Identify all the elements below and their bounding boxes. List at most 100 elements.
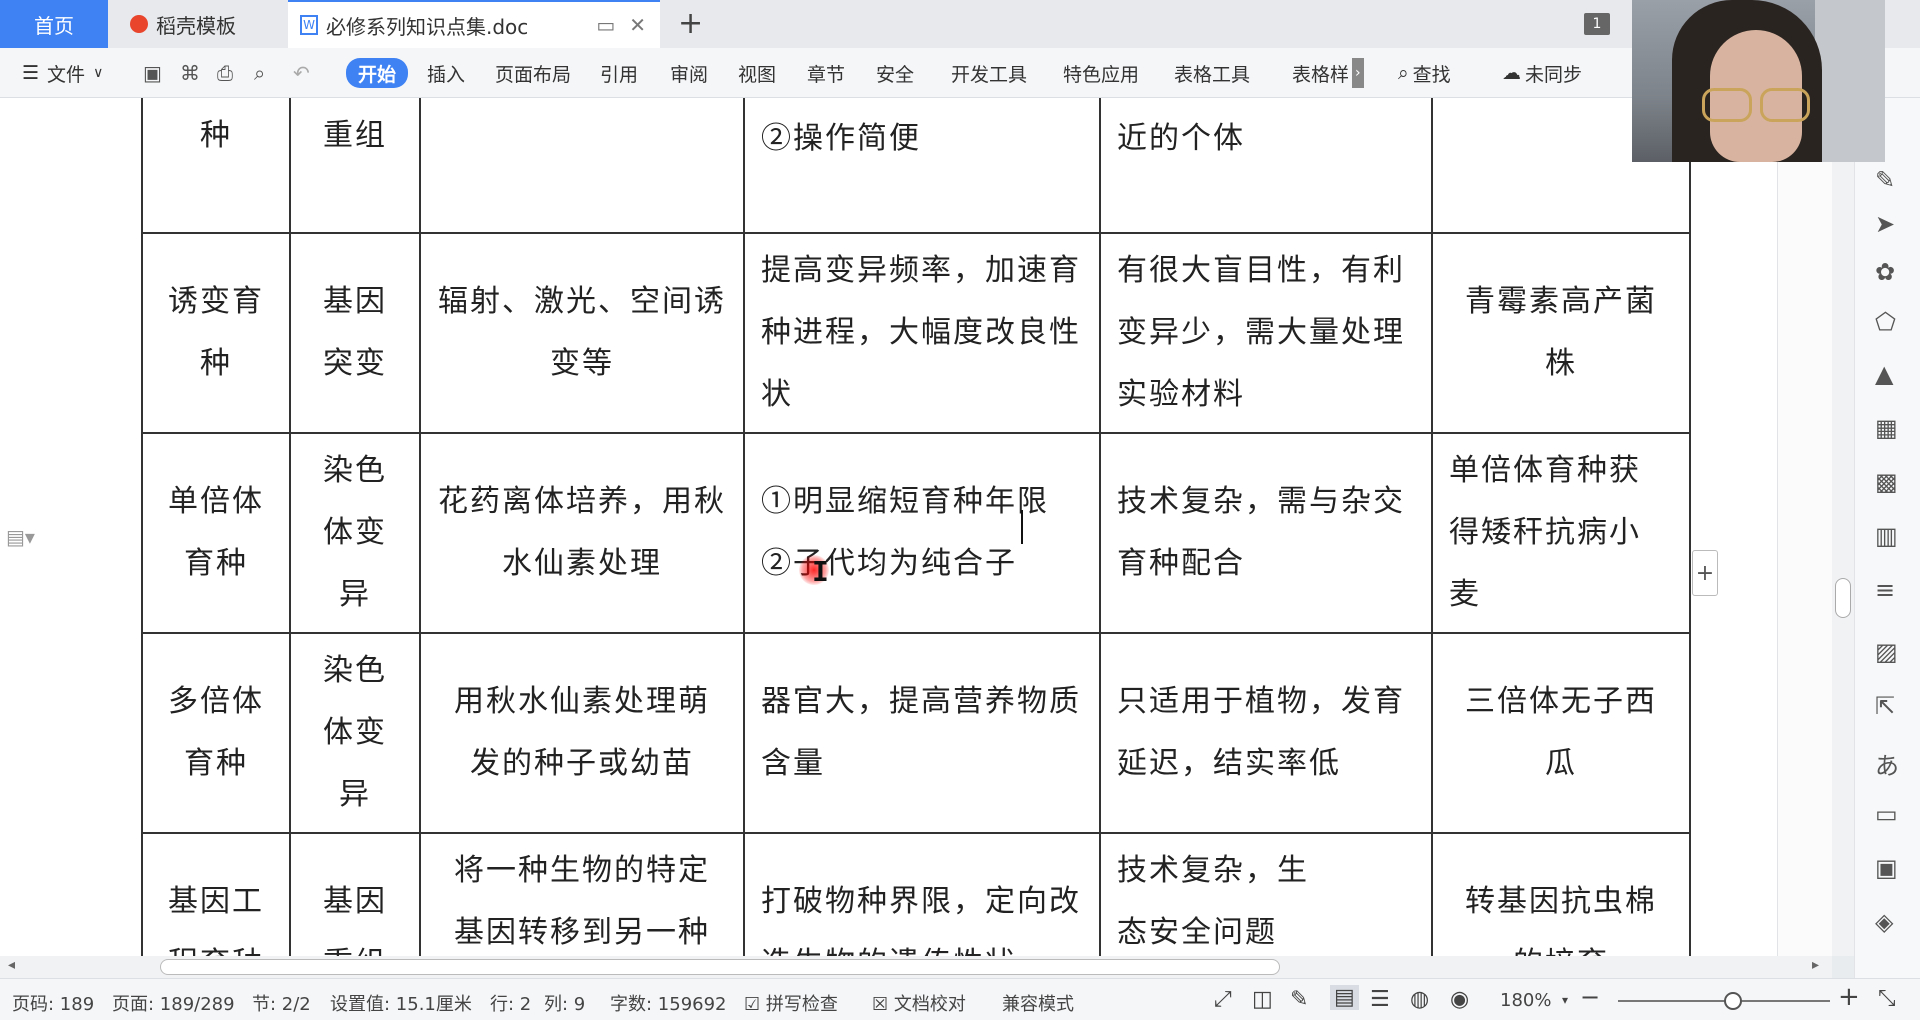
zoom-out-icon[interactable]: − xyxy=(1580,983,1600,1011)
picture-icon[interactable]: ▣ xyxy=(1875,854,1898,882)
new-tab-button[interactable]: + xyxy=(678,6,703,41)
share-icon[interactable]: ⇱ xyxy=(1875,692,1895,720)
table-cell[interactable]: ①明显缩短育种年限 ②子代均为纯合子 xyxy=(743,432,1101,634)
tab-start[interactable]: 开始 xyxy=(346,58,409,88)
zoom-slider-knob[interactable] xyxy=(1724,992,1742,1010)
table-cell[interactable]: 提高变异频率，加速育 种进程，大幅度改良性 状 xyxy=(743,232,1101,434)
chart-icon[interactable]: ▥ xyxy=(1875,522,1898,550)
zoom-dropdown-icon[interactable]: ▾ xyxy=(1562,993,1568,1007)
table-cell[interactable]: 染色 体变 异 xyxy=(289,632,421,834)
table-cell[interactable]: 器官大，提高营养物质 含量 xyxy=(743,632,1101,834)
search-button[interactable]: ⌕ 查找 xyxy=(1398,58,1451,88)
tab-security[interactable]: 安全 xyxy=(876,58,914,88)
window-icon[interactable]: ▭ xyxy=(596,13,615,37)
fit-window-icon[interactable]: ⤡ xyxy=(1878,986,1896,1011)
table-cell[interactable]: 基因 突变 xyxy=(289,232,421,434)
save-icon[interactable]: ▣ xyxy=(143,58,162,88)
scroll-right-icon[interactable]: ▸ xyxy=(1812,957,1819,973)
style-icon[interactable]: ✿ xyxy=(1875,258,1895,286)
status-section[interactable]: 节: 2/2 xyxy=(252,990,311,1016)
horizontal-scroll-thumb[interactable] xyxy=(160,959,1280,975)
table-cell[interactable]: 多倍体 育种 xyxy=(141,632,291,834)
table-cell[interactable]: 单倍体育种获 得矮秆抗病小 麦 xyxy=(1431,432,1691,634)
tab-template[interactable]: 稻壳模板 xyxy=(110,0,285,48)
tab-special[interactable]: 特色应用 xyxy=(1063,58,1139,88)
page-view-icon[interactable]: ▤ xyxy=(1330,985,1359,1010)
table-cell[interactable]: 只适用于植物，发育 延迟，结实率低 xyxy=(1099,632,1433,834)
table-cell[interactable]: 状集中在一个个体上 ②操作简便 xyxy=(743,98,1101,234)
tab-dev-tools[interactable]: 开发工具 xyxy=(951,58,1027,88)
shape-icon[interactable]: ⬠ xyxy=(1875,308,1896,336)
table-cell[interactable]: 辐射、激光、空间诱 变等 xyxy=(419,232,745,434)
translate-icon[interactable]: あ xyxy=(1875,746,1899,781)
print-icon[interactable]: ⎙ xyxy=(217,58,233,88)
eye-protection-icon[interactable]: ◉ xyxy=(1450,987,1469,1012)
fullscreen-icon[interactable]: ⤢ xyxy=(1214,987,1232,1012)
status-row[interactable]: 行: 2 xyxy=(490,990,531,1016)
table-cell[interactable]: 技术复杂，需与杂交 育种配合 xyxy=(1099,432,1433,634)
status-page-code[interactable]: 页码: 189 xyxy=(12,990,94,1016)
web-view-icon[interactable]: ◍ xyxy=(1410,987,1429,1012)
status-word-count[interactable]: 字数: 159692 xyxy=(610,990,727,1016)
table-cell[interactable]: 青霉素高产菌 株 xyxy=(1431,232,1691,434)
settings-sliders-icon[interactable]: ≡ xyxy=(1875,576,1895,604)
close-tab-icon[interactable]: ✕ xyxy=(629,13,646,37)
scroll-left-icon[interactable]: ◂ xyxy=(8,957,15,973)
table-cell[interactable]: 花药离体培养，用秋 水仙素处理 xyxy=(419,432,745,634)
grid-apps-icon[interactable]: ▩ xyxy=(1875,468,1898,496)
zoom-in-icon[interactable]: + xyxy=(1838,982,1860,1012)
status-col[interactable]: 列: 9 xyxy=(544,990,585,1016)
write-mode-icon[interactable]: ✎ xyxy=(1290,987,1308,1012)
status-compat-mode[interactable]: 兼容模式 xyxy=(1002,990,1074,1016)
doc-check-button[interactable]: ☒ 文档校对 xyxy=(872,990,966,1016)
status-page[interactable]: 页面: 189/289 xyxy=(112,990,235,1016)
table-cell[interactable]: 技术复杂，生 态安全问题 较多 xyxy=(1099,832,1433,956)
fill-icon[interactable]: ▲ xyxy=(1875,360,1893,388)
table-cell[interactable]: 三倍体无子西 瓜 xyxy=(1431,632,1691,834)
edit-pen-icon[interactable]: ✎ xyxy=(1875,166,1895,194)
sync-status[interactable]: ☁ 未同步 xyxy=(1502,58,1582,88)
read-mode-icon[interactable]: ◫ xyxy=(1252,987,1273,1012)
pointer-icon[interactable]: ➤ xyxy=(1875,210,1895,238)
file-menu[interactable]: ☰ 文件 ∨ xyxy=(22,58,103,88)
table-icon[interactable]: ▦ xyxy=(1875,414,1898,442)
tab-document[interactable]: W 必修系列知识点集.doc ▭ ✕ xyxy=(288,0,660,48)
tab-reference[interactable]: 引用 xyxy=(600,58,638,88)
tab-home[interactable]: 首页 xyxy=(0,0,108,48)
tab-section[interactable]: 章节 xyxy=(807,58,845,88)
tab-table-style[interactable]: 表格样 xyxy=(1292,58,1349,88)
more-tabs-icon[interactable]: › xyxy=(1352,58,1364,88)
spell-check-button[interactable]: ☑ 拼写检查 xyxy=(744,990,838,1016)
table-cell[interactable]: 有很大盲目性，有利 变异少，需大量处理 实验材料 xyxy=(1099,232,1433,434)
table-cell[interactable]: 转基因抗虫棉 的培育 xyxy=(1431,832,1691,956)
tab-review[interactable]: 审阅 xyxy=(670,58,708,88)
table-cell[interactable]: 打破物种界限，定向改 造生物的遗传性状 xyxy=(743,832,1101,956)
table-cell[interactable]: 用秋水仙素处理萌 发的种子或幼苗 xyxy=(419,632,745,834)
horizontal-scrollbar[interactable]: ◂ ▸ xyxy=(0,956,1832,978)
table-cell[interactable]: 染色 体变 异 xyxy=(289,432,421,634)
security-shield-icon[interactable]: ◈ xyxy=(1875,908,1893,936)
table-cell[interactable]: 将一种生物的特定 基因转移到另一种 生物细胞中 xyxy=(419,832,745,956)
image-library-icon[interactable]: ▨ xyxy=(1875,638,1898,666)
table-cell[interactable]: 杂交自交选种自交 xyxy=(419,98,745,234)
vertical-scroll-thumb[interactable] xyxy=(1835,578,1851,618)
tab-page-layout[interactable]: 页面布局 xyxy=(495,58,571,88)
table-cell[interactable]: 基因工 程育种 xyxy=(141,832,291,956)
table-cell[interactable]: 诱变育 种 xyxy=(141,232,291,434)
zoom-level[interactable]: 180% xyxy=(1500,990,1551,1011)
table-cell[interactable]: ②局限于亲缘关系较 近的个体 xyxy=(1099,98,1433,234)
format-painter-icon[interactable]: ⌘ xyxy=(180,58,200,88)
add-column-button[interactable]: + xyxy=(1692,550,1718,596)
tab-insert[interactable]: 插入 xyxy=(427,58,465,88)
archive-icon[interactable]: ▭ xyxy=(1875,800,1898,828)
table-cell[interactable]: 重组 xyxy=(289,98,421,234)
table-cell[interactable]: 种 xyxy=(141,98,291,234)
window-count-badge[interactable]: 1 xyxy=(1584,13,1610,35)
tab-view[interactable]: 视图 xyxy=(738,58,776,88)
tab-table-tools[interactable]: 表格工具 xyxy=(1174,58,1250,88)
vertical-scrollbar[interactable] xyxy=(1832,98,1854,956)
table-cell[interactable]: 单倍体 育种 xyxy=(141,432,291,634)
outline-view-icon[interactable]: ☰ xyxy=(1370,987,1390,1012)
document-outline-icon[interactable]: ▤▾ xyxy=(6,525,35,549)
print-preview-icon[interactable]: ⌕ xyxy=(254,58,265,88)
